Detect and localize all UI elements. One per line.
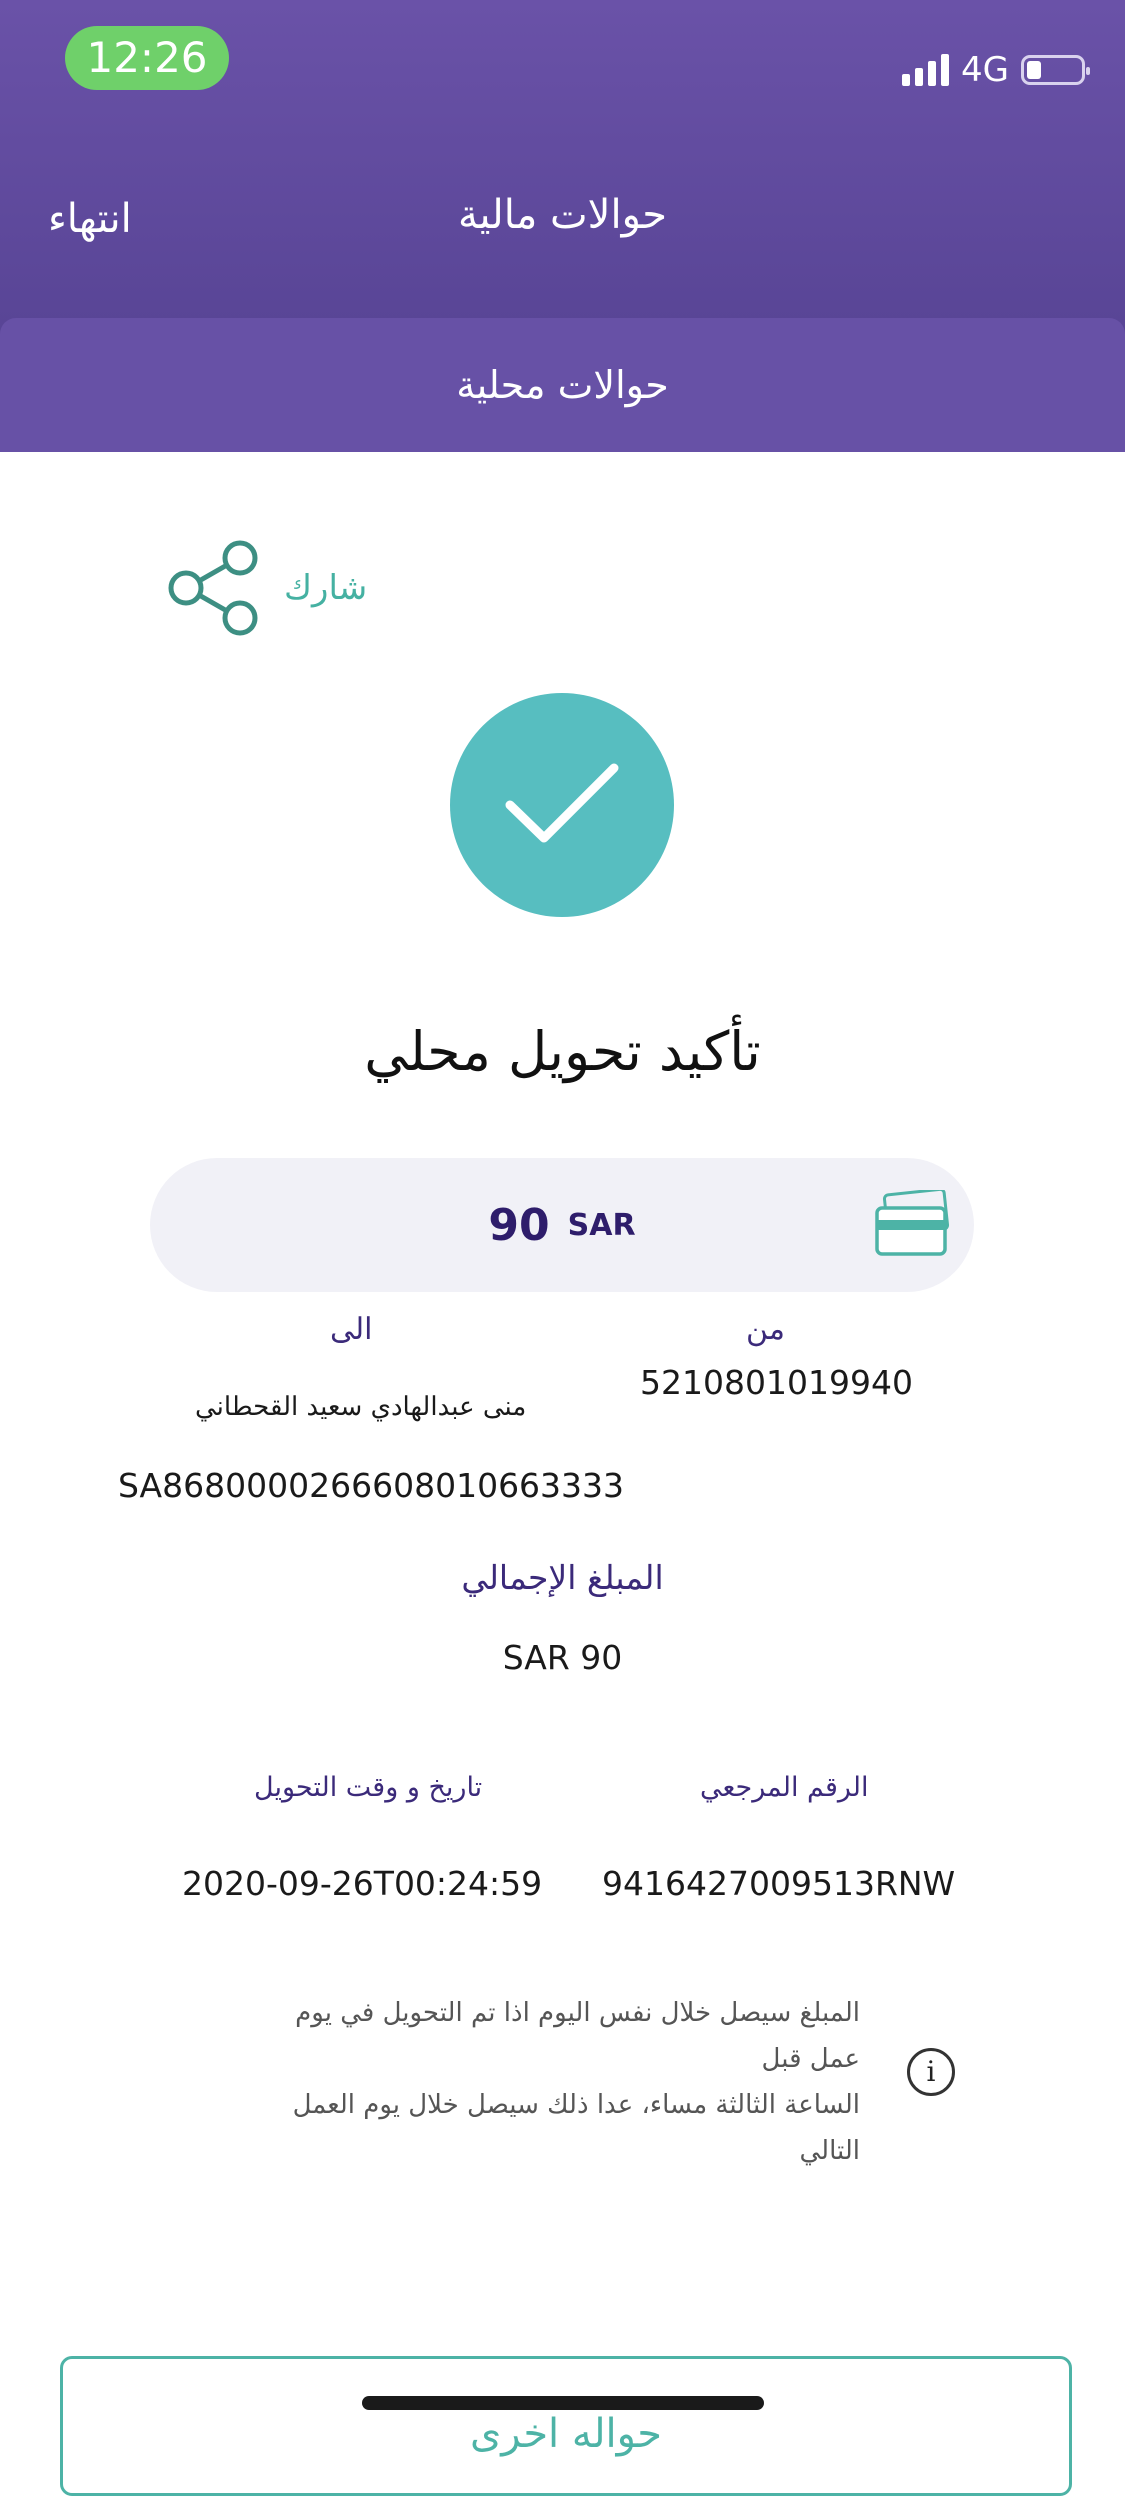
card-icon [875,1190,950,1256]
status-bar-right: 4G [902,50,1090,90]
share-label: شارك [284,568,368,608]
home-indicator [362,2396,764,2410]
section-title: حوالات محلية [456,363,669,407]
total-value: SAR 90 [502,1638,623,1677]
amount-value: 90 [488,1199,550,1251]
another-transfer-button[interactable]: حواله اخرى [60,2356,1072,2496]
transfer-note: المبلغ سيصل خلال نفس اليوم اذا تم التحوي… [240,1990,860,2174]
from-account: 5210801019940 [640,1363,913,1402]
amount-card: 90 SAR [150,1158,974,1292]
total-label: المبلغ الإجمالي [461,1558,664,1597]
note-line-1: المبلغ سيصل خلال نفس اليوم اذا تم التحوي… [295,1998,860,2074]
recipient-name: منى عبدالهادي سعيد القحطاني [195,1392,527,1422]
confirmation-title: تأكيد تحويل محلي [364,1020,761,1083]
signal-icon [902,54,950,86]
info-icon[interactable]: i [907,2048,955,2096]
datetime-label: تاريخ و وقت التحويل [254,1772,483,1803]
status-time: 12:26 [65,26,229,90]
battery-icon [1021,55,1090,85]
from-label: من [746,1312,785,1347]
reference-label: الرقم المرجعي [700,1772,869,1803]
section-header: حوالات محلية [0,318,1125,452]
page-title: حوالات مالية [457,192,667,238]
share-icon [168,540,258,636]
checkmark-icon [505,763,619,843]
amount-currency: SAR [567,1207,636,1243]
success-badge [450,693,674,917]
to-label: الى [330,1312,373,1347]
share-button[interactable]: شارك [166,540,367,636]
network-label: 4G [961,50,1009,90]
note-line-2: الساعة الثالثة مساء، عدا ذلك سيصل خلال ي… [292,2090,860,2166]
datetime-value: 2020-09-26T00:24:59 [182,1864,543,1903]
recipient-iban: SA8680000266608010663333 [118,1466,625,1505]
reference-value: 9416427009513RNW [602,1864,956,1903]
